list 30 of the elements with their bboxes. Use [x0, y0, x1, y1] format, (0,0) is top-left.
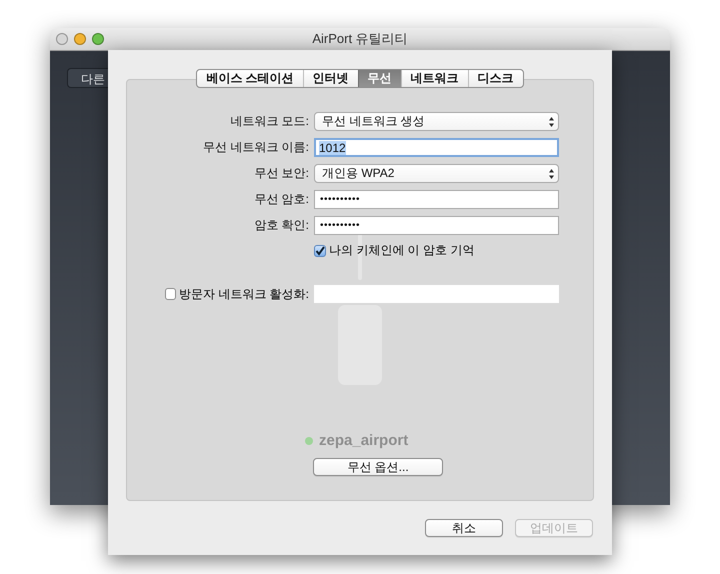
tab[interactable]: 무선	[358, 70, 401, 87]
window-title: AirPort 유틸리티	[312, 31, 408, 46]
field-label: 무선 네트워크 이름:	[202, 139, 309, 156]
input-field[interactable]	[314, 285, 559, 303]
other-network-button[interactable]: 다른	[67, 68, 108, 88]
checkbox[interactable]	[165, 288, 176, 300]
popup-menu[interactable]: 무선 네트워크 생성	[314, 112, 559, 131]
field-label: 무선 보안:	[253, 165, 309, 182]
stepper-arrows-icon	[549, 168, 554, 178]
stepper-arrows-icon	[549, 116, 554, 126]
checkbox-label: 방문자 네트워크 활성화:	[178, 286, 309, 302]
device-name: zepa_airport	[319, 432, 408, 449]
wireless-options-button[interactable]: 무선 옵션...	[313, 458, 443, 476]
cancel-button[interactable]: 취소	[425, 519, 503, 537]
field-label: 무선 암호:	[253, 191, 309, 208]
password-field[interactable]: ••••••••••	[314, 216, 559, 235]
close-button[interactable]	[56, 33, 68, 45]
field-label: 네트워크 모드:	[229, 113, 309, 130]
popup-menu[interactable]: 개인용 WPA2	[314, 164, 559, 183]
checkbox[interactable]	[314, 244, 326, 256]
tab[interactable]: 베이스 스테이션	[197, 70, 303, 87]
zoom-button[interactable]	[92, 33, 104, 45]
password-field[interactable]: ••••••••••	[314, 190, 559, 209]
status-dot-icon	[305, 436, 313, 444]
field-label: 암호 확인:	[253, 217, 309, 234]
tab[interactable]: 네트워크	[400, 70, 468, 87]
checkbox-label: 나의 키체인에 이 암호 기억	[329, 242, 474, 259]
minimize-button[interactable]	[74, 33, 86, 45]
tab[interactable]: 디스크	[468, 70, 523, 87]
input-field[interactable]: 1012	[314, 138, 559, 157]
